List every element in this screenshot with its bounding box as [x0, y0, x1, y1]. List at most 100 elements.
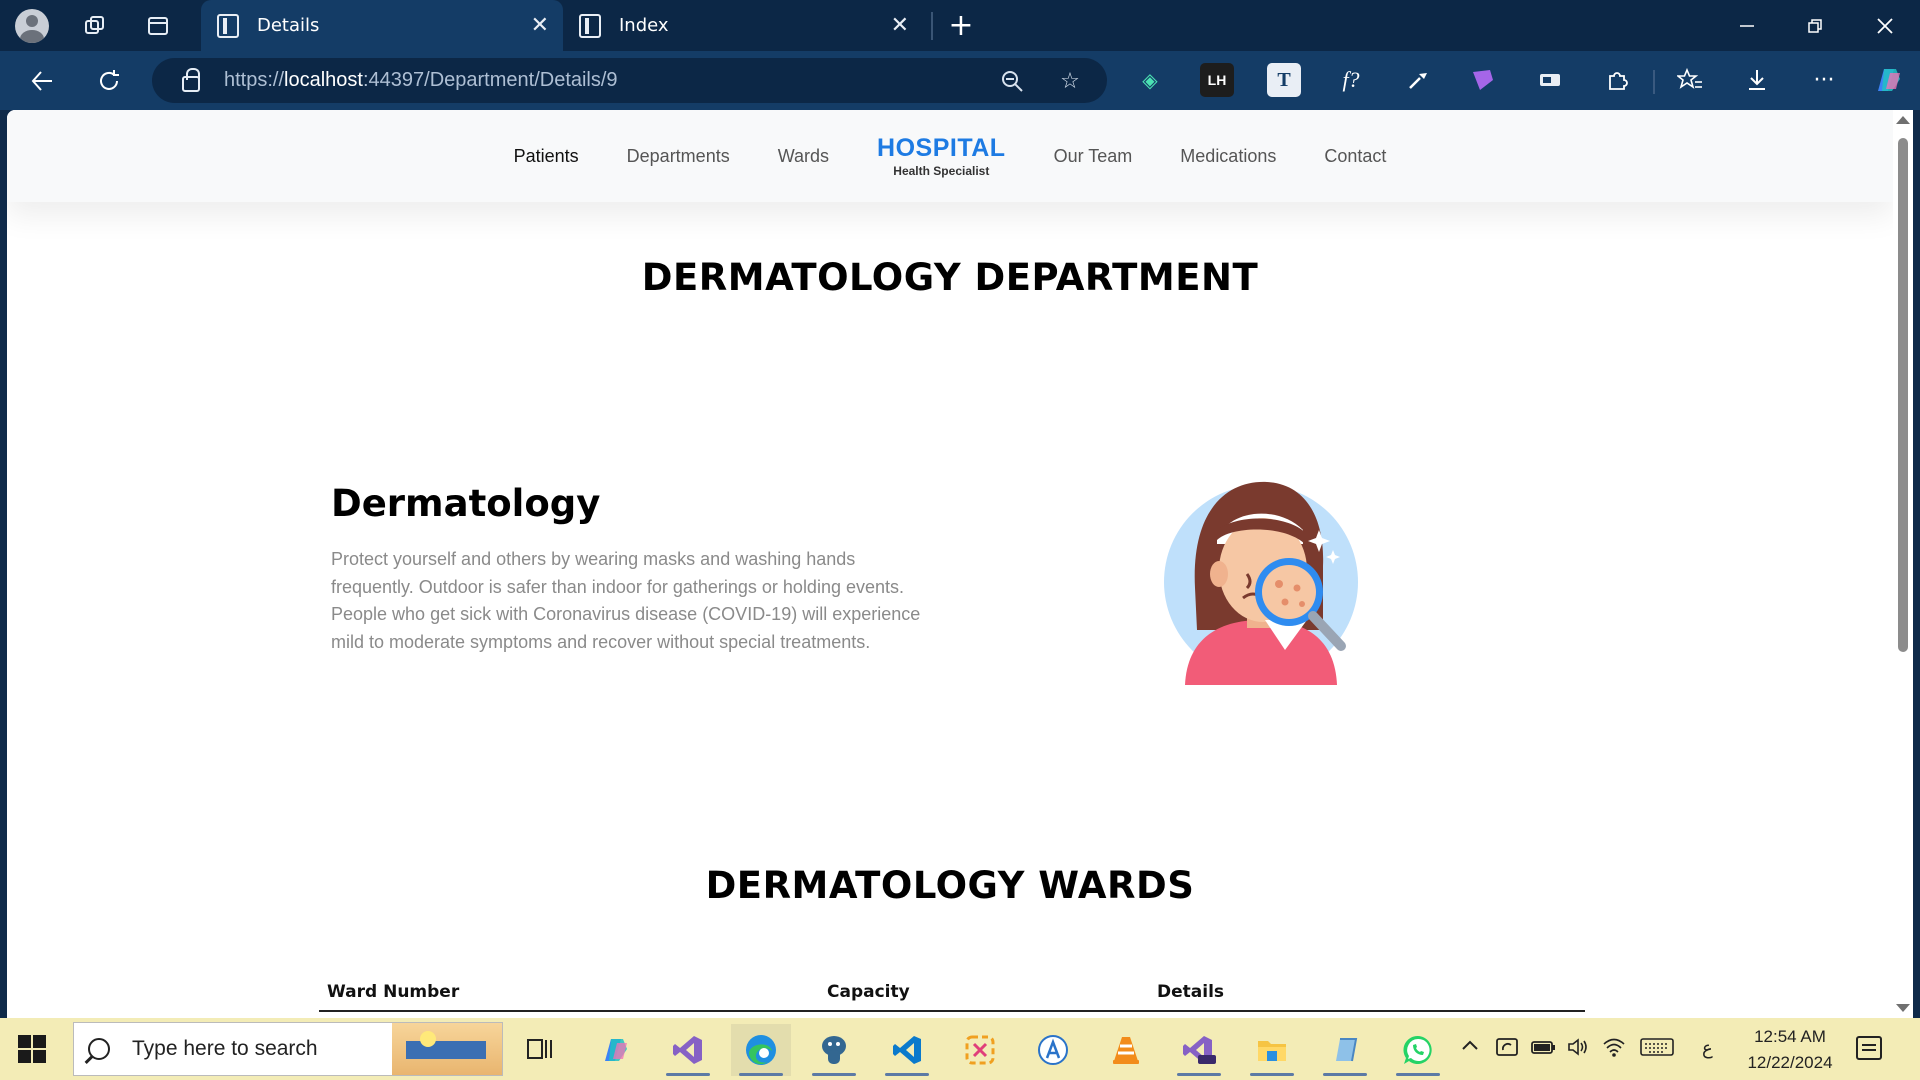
- window-extension-icon[interactable]: [1533, 63, 1567, 97]
- lighthouse-extension-icon[interactable]: LH: [1200, 63, 1234, 97]
- system-clock[interactable]: 12:54 AM 12/22/2024: [1740, 1024, 1840, 1076]
- column-header: Details: [1157, 982, 1225, 1002]
- workspaces-button[interactable]: [63, 0, 126, 51]
- star-favorite-icon[interactable]: ☆: [1055, 66, 1085, 96]
- refresh-button[interactable]: [89, 61, 129, 101]
- nav-link-departments[interactable]: Departments: [627, 146, 730, 167]
- font-finder-extension-icon[interactable]: f?: [1334, 63, 1368, 97]
- postgresql-icon[interactable]: [804, 1024, 864, 1076]
- close-window-button[interactable]: [1850, 0, 1920, 51]
- workspaces-icon: [84, 15, 104, 34]
- vscode-icon[interactable]: [877, 1024, 937, 1076]
- taskbar-search[interactable]: Type here to search: [73, 1022, 503, 1076]
- column-header: Capacity: [827, 982, 910, 1002]
- address-bar[interactable]: https://localhost:44397/Department/Detai…: [152, 58, 1107, 103]
- clock-date: 12/22/2024: [1747, 1053, 1833, 1072]
- eyedropper-extension-icon[interactable]: [1401, 63, 1435, 97]
- vertical-tabs-icon: [147, 16, 168, 35]
- site-logo[interactable]: HOSPITAL Health Specialist: [877, 135, 1006, 178]
- extension-diamond-icon[interactable]: ◈: [1133, 63, 1167, 97]
- snipping-tool-icon[interactable]: [950, 1024, 1010, 1076]
- page-icon: [579, 13, 601, 38]
- edge-browser-icon[interactable]: [731, 1024, 791, 1076]
- scrollbar-thumb[interactable]: [1898, 138, 1908, 652]
- toolbar-divider: [1653, 70, 1655, 94]
- page-icon: [217, 13, 239, 38]
- browser-tab-bar: Details ✕ Index ✕ +: [0, 0, 1920, 51]
- plus-icon: +: [948, 8, 974, 43]
- brand-subtitle: Health Specialist: [893, 163, 990, 178]
- lock-icon[interactable]: [182, 67, 200, 92]
- scroll-up-icon[interactable]: [1896, 116, 1910, 124]
- more-options-icon[interactable]: ···: [1807, 63, 1841, 97]
- wards-table-header: Ward Number Capacity Details: [319, 978, 1585, 1012]
- nav-link-patients[interactable]: Patients: [514, 146, 579, 167]
- clock-time: 12:54 AM: [1754, 1027, 1826, 1046]
- battery-icon[interactable]: [1530, 1036, 1556, 1063]
- nav-link-our-team[interactable]: Our Team: [1054, 146, 1133, 167]
- tab-details[interactable]: Details ✕: [201, 0, 563, 51]
- visual-studio-icon[interactable]: [658, 1024, 718, 1076]
- department-name: Dermatology: [331, 482, 601, 525]
- notepad-icon[interactable]: [1315, 1024, 1375, 1076]
- profile-avatar-icon: [14, 8, 49, 43]
- wifi-icon[interactable]: [1602, 1036, 1626, 1063]
- sync-status-icon[interactable]: [1495, 1036, 1519, 1063]
- page-title: DERMATOLOGY DEPARTMENT: [641, 256, 1259, 299]
- favorites-icon[interactable]: [1673, 63, 1707, 97]
- copilot-icon[interactable]: [1871, 63, 1905, 97]
- show-hidden-icons-chevron-icon[interactable]: [1460, 1036, 1480, 1061]
- close-tab-icon[interactable]: ✕: [531, 13, 549, 38]
- department-description: Protect yourself and others by wearing m…: [331, 549, 921, 652]
- windows-taskbar: Type here to search ع 12:54 AM 12/22/202…: [0, 1018, 1920, 1080]
- column-header: Ward Number: [327, 982, 460, 1002]
- page-viewport: Patients Departments Wards HOSPITAL Heal…: [7, 110, 1893, 1018]
- refresh-icon: [100, 70, 119, 90]
- tab-title: Index: [619, 15, 669, 36]
- dermatology-illustration-icon: [1164, 481, 1358, 685]
- copilot-app-icon[interactable]: [585, 1024, 645, 1076]
- restore-button[interactable]: [1780, 0, 1850, 51]
- search-icon: [88, 1038, 110, 1060]
- close-icon: [1877, 17, 1893, 34]
- restore-icon: [1808, 18, 1822, 33]
- tab-separator: [931, 11, 933, 40]
- window-edge: [1913, 110, 1920, 1018]
- browser-toolbar: https://localhost:44397/Department/Detai…: [0, 51, 1920, 110]
- scroll-down-icon[interactable]: [1896, 1004, 1910, 1012]
- notification-center-icon[interactable]: [1856, 1036, 1882, 1060]
- visual-studio-preview-icon[interactable]: [1169, 1024, 1229, 1076]
- page-scrollbar[interactable]: [1893, 110, 1913, 1018]
- text-extension-icon[interactable]: T: [1267, 63, 1301, 97]
- tab-actions-button[interactable]: [126, 0, 189, 51]
- app-store-icon[interactable]: [1023, 1024, 1083, 1076]
- file-explorer-icon[interactable]: [1242, 1024, 1302, 1076]
- new-tab-button[interactable]: +: [941, 6, 981, 46]
- vlc-player-icon[interactable]: [1096, 1024, 1156, 1076]
- close-tab-icon[interactable]: ✕: [891, 13, 909, 38]
- windows-start-icon[interactable]: [18, 1035, 46, 1063]
- search-highlight-image: [392, 1023, 502, 1075]
- arrow-left-icon: [31, 71, 52, 91]
- back-button[interactable]: [22, 61, 62, 101]
- profile-button[interactable]: [0, 0, 63, 51]
- nav-link-medications[interactable]: Medications: [1180, 146, 1276, 167]
- purple-extension-icon[interactable]: [1466, 63, 1500, 97]
- nav-link-wards[interactable]: Wards: [778, 146, 829, 167]
- minimize-icon: [1740, 24, 1754, 27]
- volume-icon[interactable]: [1566, 1036, 1590, 1063]
- extensions-puzzle-icon[interactable]: [1600, 63, 1634, 97]
- input-language[interactable]: ع: [1702, 1038, 1713, 1059]
- download-icon[interactable]: [1740, 63, 1774, 97]
- wards-title: DERMATOLOGY WARDS: [705, 864, 1195, 907]
- whatsapp-icon[interactable]: [1388, 1024, 1448, 1076]
- site-navigation: Patients Departments Wards HOSPITAL Heal…: [7, 110, 1893, 202]
- url-text: https://localhost:44397/Department/Detai…: [224, 69, 618, 91]
- minimize-button[interactable]: [1712, 0, 1782, 51]
- nav-link-contact[interactable]: Contact: [1324, 146, 1386, 167]
- tab-index[interactable]: Index ✕: [563, 0, 923, 51]
- search-placeholder: Type here to search: [132, 1037, 318, 1060]
- zoom-out-icon[interactable]: [997, 66, 1027, 96]
- task-view-icon[interactable]: [510, 1024, 570, 1076]
- keyboard-icon[interactable]: [1640, 1036, 1674, 1063]
